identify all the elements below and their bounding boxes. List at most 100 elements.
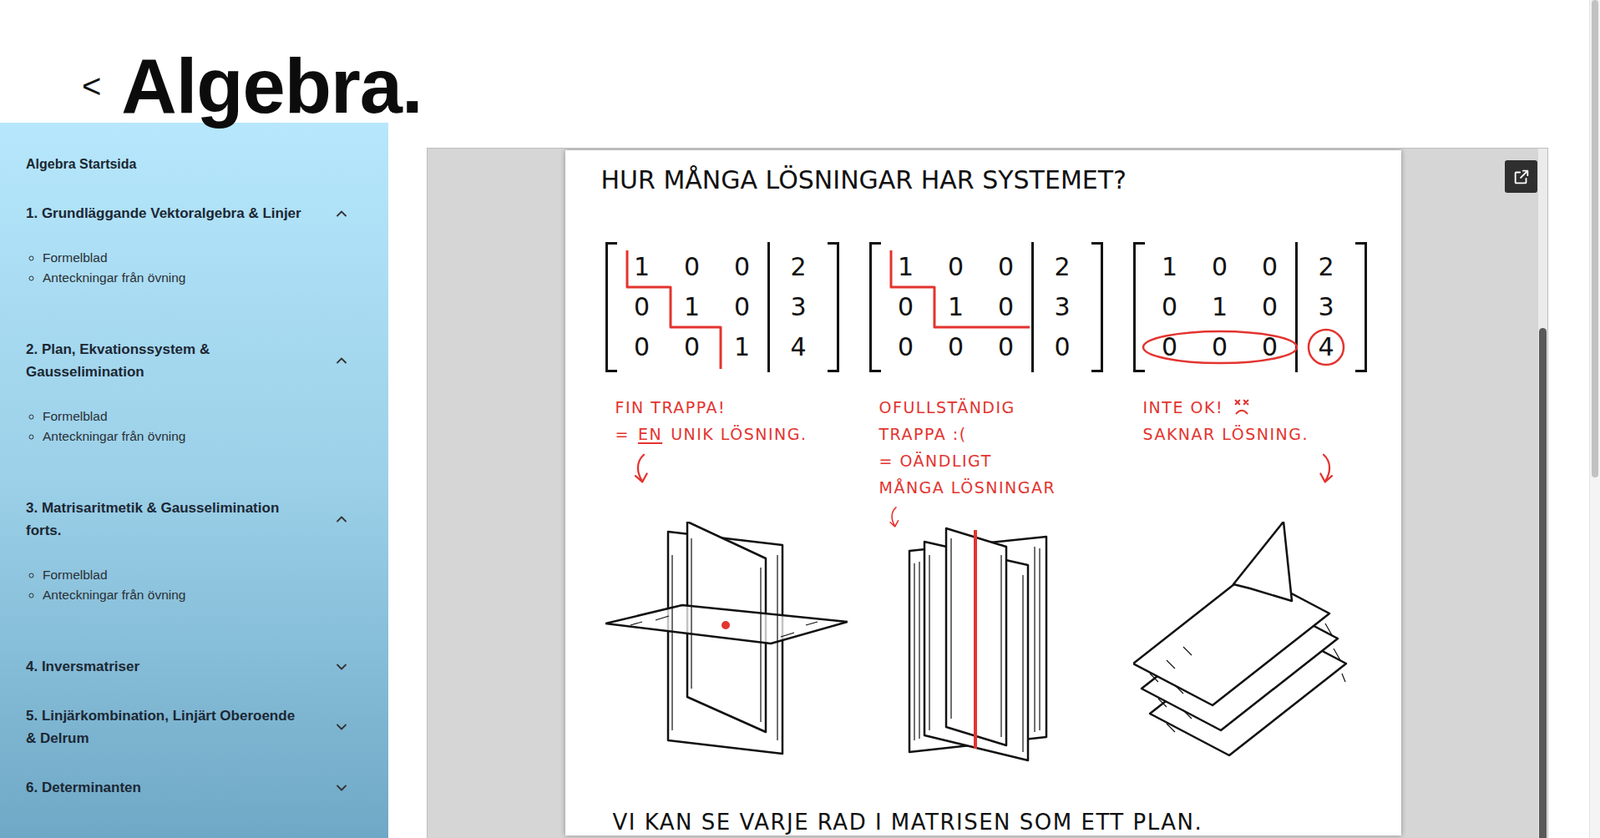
sidebar-item[interactable]: Anteckningar från övning xyxy=(42,585,365,606)
viewer-scroll-thumb[interactable] xyxy=(1539,328,1547,838)
matrix-cell: 0 xyxy=(1144,287,1195,328)
section-title: 3. Matrisaritmetik & Gausselimination fo… xyxy=(25,496,309,542)
matrix-cell: 0 xyxy=(1245,327,1296,368)
sidebar: Algebra Startsida 1. Grundläggande Vekto… xyxy=(0,122,389,838)
sidebar-item[interactable]: Formelblad xyxy=(42,248,365,269)
open-in-new-button[interactable] xyxy=(1504,160,1538,193)
note-text: EN xyxy=(637,420,663,448)
viewer-scrollbar[interactable] xyxy=(1538,148,1548,838)
content: HUR MÅNGA LÖSNINGAR HAR SYSTEMET? 100010… xyxy=(388,122,1590,838)
back-button[interactable]: < xyxy=(81,69,102,103)
matrix-cell: 0 xyxy=(881,327,932,368)
note-line: = OÄNDLIGT xyxy=(879,447,1104,475)
sidebar-item[interactable]: Formelblad xyxy=(42,565,365,586)
page: < Algebra. Algebra Startsida 1. Grundläg… xyxy=(0,0,1590,838)
bracket-left xyxy=(869,242,882,373)
note-text: = OÄNDLIGT xyxy=(879,447,993,475)
case-notes: FIN TRAPPA! =ENUNIK LÖSNING. xyxy=(605,394,840,522)
section-header[interactable]: 6. Determinanten xyxy=(25,763,365,813)
note-text: FIN TRAPPA! xyxy=(615,394,727,421)
sidebar-item[interactable]: Formelblad xyxy=(42,406,365,427)
matrix-cell: 0 xyxy=(1194,247,1246,288)
section-header[interactable]: 1. Grundläggande Vektoralgebra & Linjer xyxy=(25,188,365,238)
chevron-up-icon[interactable] xyxy=(334,512,349,527)
pdf-viewport: HUR MÅNGA LÖSNINGAR HAR SYSTEMET? 100010… xyxy=(427,148,1539,838)
matrix-cell: 0 xyxy=(1194,327,1246,368)
section-header[interactable]: 4. Inversmatriser xyxy=(25,642,365,692)
chevron-up-icon[interactable] xyxy=(334,354,349,368)
matrix-cell: 1 xyxy=(1144,247,1195,288)
bracket-right xyxy=(1091,242,1104,373)
section-title: 6. Determinanten xyxy=(25,776,309,800)
body: Algebra Startsida 1. Grundläggande Vekto… xyxy=(0,122,1590,838)
matrix-cell: 0 xyxy=(717,247,768,288)
section-title: 5. Linjärkombination, Linjärt Oberoende … xyxy=(25,704,309,750)
matrix-cell: 1 xyxy=(931,287,982,328)
matrix-cell: 0 xyxy=(667,327,718,368)
section-header[interactable]: 5. Linjärkombination, Linjärt Oberoende … xyxy=(25,691,365,764)
arrow-down-icon xyxy=(884,506,908,530)
bracket-left xyxy=(1133,242,1145,373)
page-scrollbar[interactable] xyxy=(1589,0,1600,838)
matrix-cell: 2 xyxy=(1033,247,1092,288)
coefficient-grid: 100010000 xyxy=(1144,242,1296,373)
matrix-cell: 4 xyxy=(769,327,828,368)
matrix-cell: 0 xyxy=(617,287,668,328)
chevron-up-icon[interactable] xyxy=(334,207,349,221)
planes-sharing-line-icon xyxy=(869,521,1112,765)
matrix-cell: 1 xyxy=(881,247,932,288)
section-title: 1. Grundläggande Vektoralgebra & Linjer xyxy=(25,202,309,225)
coefficient-grid: 100010000 xyxy=(881,242,1032,373)
note-text: UNIK LÖSNING. xyxy=(670,420,807,448)
document-heading: HUR MÅNGA LÖSNINGAR HAR SYSTEMET? xyxy=(601,162,1402,199)
chevron-down-icon[interactable] xyxy=(334,781,349,795)
bracket-right xyxy=(1355,242,1368,373)
staircase-icon xyxy=(869,242,1104,373)
matrix-cell: 0 xyxy=(1144,327,1195,368)
arrow-down-icon xyxy=(627,452,661,487)
augment-divider xyxy=(1031,242,1034,373)
arrow-down-icon xyxy=(1306,452,1341,487)
matrix-cell: 1 xyxy=(617,247,668,288)
coefficient-grid: 100010001 xyxy=(617,242,768,373)
chevron-down-icon[interactable] xyxy=(334,720,349,735)
section-header[interactable]: 3. Matrisaritmetik & Gausselimination fo… xyxy=(25,483,365,556)
augmented-matrix: 100010000 230 xyxy=(869,242,1104,373)
note-text: OFULLSTÄNDIG xyxy=(879,394,1016,421)
sidebar-section: 6. Determinanten xyxy=(25,763,365,813)
sidebar-item[interactable]: Anteckningar från övning xyxy=(42,268,365,289)
matrix-cell: 0 xyxy=(1033,327,1092,368)
section-items: FormelbladAnteckningar från övning xyxy=(25,237,365,325)
sidebar-home-link[interactable]: Algebra Startsida xyxy=(25,139,365,189)
section-header[interactable]: 2. Plan, Ekvationssystem & Gausseliminat… xyxy=(25,324,365,397)
case-column: 100010001 234 FIN TRAPPA! =ENUNIK LÖSNIN… xyxy=(605,242,840,765)
constant-column: 234 xyxy=(1297,242,1356,373)
matrix-cell: 1 xyxy=(717,327,768,368)
open-in-new-icon[interactable] xyxy=(1512,167,1531,187)
note-line: INTE OK! xyxy=(1143,394,1368,421)
section-items: FormelbladAnteckningar från övning xyxy=(25,555,365,643)
matrix-cell: 0 xyxy=(881,287,932,328)
augment-divider xyxy=(1295,242,1298,373)
sidebar-item[interactable]: Anteckningar från övning xyxy=(42,426,365,447)
augment-divider xyxy=(767,242,770,373)
matrix-cell: 3 xyxy=(1297,287,1356,328)
pdf-page: HUR MÅNGA LÖSNINGAR HAR SYSTEMET? 100010… xyxy=(565,150,1402,836)
matrix-cell: 1 xyxy=(667,287,718,328)
note-text: MÅNGA LÖSNINGAR xyxy=(879,474,1057,502)
sidebar-section: 1. Grundläggande Vektoralgebra & Linjer … xyxy=(25,188,365,325)
note-line: FIN TRAPPA! xyxy=(615,394,840,421)
note-line: TRAPPA :( xyxy=(879,420,1104,448)
matrix-cell: 3 xyxy=(769,287,828,328)
matrix-cell: 2 xyxy=(769,247,828,288)
cases: 100010001 234 FIN TRAPPA! =ENUNIK LÖSNIN… xyxy=(565,242,1402,765)
chevron-down-icon[interactable] xyxy=(334,660,349,674)
page-scroll-thumb[interactable] xyxy=(1591,0,1599,478)
note-line: OFULLSTÄNDIG xyxy=(879,394,1104,421)
matrix-cell: 0 xyxy=(667,247,718,288)
section-title: 4. Inversmatriser xyxy=(25,655,309,679)
note-text: INTE OK! xyxy=(1143,394,1225,421)
section-items: FormelbladAnteckningar från övning xyxy=(25,396,365,484)
note-line: =ENUNIK LÖSNING. xyxy=(615,420,840,448)
note-text: SAKNAR LÖSNING. xyxy=(1143,420,1310,448)
